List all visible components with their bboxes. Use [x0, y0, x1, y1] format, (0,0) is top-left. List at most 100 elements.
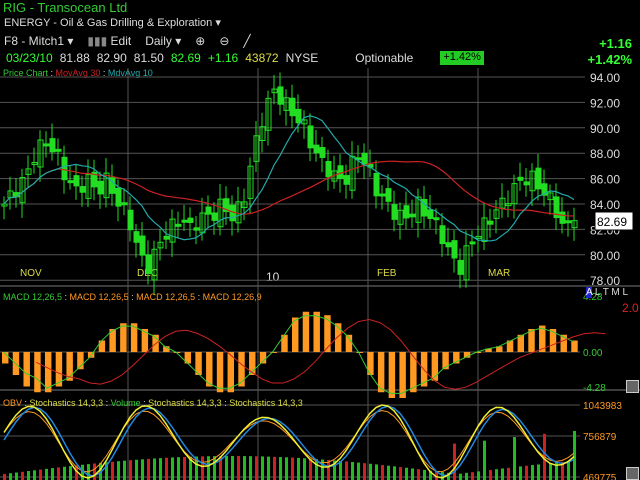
candle-body: [175, 223, 182, 227]
candle-body: [379, 193, 386, 197]
month-label: FEB: [377, 268, 397, 279]
volume-bar: [489, 469, 492, 480]
osc-legend: OBV : Stochastics 14,3,3 : Volume : Stoc…: [3, 398, 303, 408]
volume-bar: [525, 465, 528, 480]
macd-hist-bar: [571, 340, 578, 352]
last-price-label: 82.69: [597, 215, 627, 229]
volume-bar: [153, 458, 156, 480]
macd-hist-bar: [120, 323, 127, 352]
candle-body: [145, 254, 152, 275]
candle-body: [391, 204, 398, 220]
volume-bar: [291, 457, 294, 480]
chart-canvas[interactable]: NOVDEC10FEBMAR94.0092.0090.0088.0086.008…: [0, 0, 640, 480]
ma30-line: [3, 160, 575, 217]
volume-bar: [417, 469, 420, 480]
candle-body: [343, 175, 350, 185]
legend-volume: Volume: [110, 398, 141, 408]
candle-body: [121, 202, 128, 206]
volume-bar: [531, 465, 534, 480]
volume-bar: [249, 456, 252, 480]
volume-bar: [165, 457, 168, 480]
volume-bar: [345, 461, 348, 480]
volume-bar: [465, 472, 468, 480]
volume-bar: [411, 468, 414, 480]
volume-bar: [45, 468, 48, 480]
volume-bar: [357, 462, 360, 480]
candle-body: [565, 220, 572, 224]
candle-body: [115, 187, 122, 207]
volume-bar: [33, 470, 36, 480]
price-tick-label: 86.00: [590, 173, 620, 187]
scale-modes[interactable]: A L T M L: [586, 287, 628, 298]
volume-bar: [399, 467, 402, 480]
candle-body: [373, 173, 380, 197]
volume-bar: [309, 458, 312, 480]
volume-bar: [507, 467, 510, 480]
volume-bar: [393, 466, 396, 480]
volume-bar: [21, 471, 24, 480]
volume-bar: [9, 473, 12, 480]
volume-bar: [225, 456, 228, 480]
volume-bar: [405, 467, 408, 480]
volume-bar: [441, 472, 444, 480]
volume-bar: [39, 469, 42, 480]
candle-body: [73, 175, 80, 187]
month-label: NOV: [20, 268, 42, 279]
osc-tick-label: 469775: [583, 473, 617, 480]
macd-panel-toggle[interactable]: [626, 380, 639, 393]
volume-bar: [27, 471, 30, 480]
month-label: MAR: [488, 268, 510, 279]
price-tick-label: 84.00: [590, 198, 620, 212]
candle-body: [487, 220, 494, 225]
volume-bar: [537, 464, 540, 480]
scale-a[interactable]: A: [586, 287, 593, 298]
osc-panel-toggle[interactable]: [626, 467, 639, 480]
volume-bar: [171, 457, 174, 480]
macd-hist-bar: [216, 352, 224, 393]
candle-body: [427, 209, 434, 220]
price-tick-label: 90.00: [590, 122, 620, 136]
candle-body: [325, 161, 332, 178]
volume-bar: [369, 463, 372, 480]
volume-bar: [123, 460, 126, 480]
candle-body: [403, 205, 410, 219]
volume-bar: [267, 456, 270, 480]
candle-body: [439, 225, 446, 245]
volume-bar: [375, 464, 378, 480]
candle-body: [67, 180, 74, 184]
volume-bar: [315, 459, 318, 480]
volume-bar: [129, 460, 132, 480]
scale-ltml[interactable]: L T M L: [595, 287, 628, 298]
candle-body: [79, 186, 86, 193]
candle-body: [469, 241, 476, 245]
volume-bar: [483, 440, 486, 480]
legend-macd-1: MACD 12,26,5: [3, 292, 63, 302]
candle-body: [289, 97, 296, 117]
candle-body: [451, 240, 458, 259]
volume-bar: [549, 463, 552, 480]
volume-bar: [303, 458, 306, 480]
volume-bar: [57, 467, 60, 480]
price-tick-label: 92.00: [590, 96, 620, 110]
macd-hist-bar: [206, 352, 213, 387]
candle-body: [445, 242, 452, 248]
volume-bar: [351, 462, 354, 480]
candle-body: [517, 176, 524, 181]
candle-body: [97, 180, 104, 195]
legend-macd-2: MACD 12,26,5: [69, 292, 129, 302]
volume-bar: [177, 457, 180, 480]
macd-hist-bar: [302, 311, 310, 352]
volume-bar: [141, 459, 144, 480]
volume-bar: [261, 456, 264, 480]
volume-bar: [213, 456, 216, 480]
volume-bar: [117, 461, 120, 480]
candle-body: [313, 144, 320, 154]
candle-body: [385, 188, 392, 202]
volume-bar: [183, 456, 186, 480]
candle-body: [133, 231, 140, 243]
macd-hist-bar: [388, 352, 396, 398]
volume-bar: [51, 468, 54, 480]
month-label: 10: [266, 270, 280, 284]
volume-bar: [573, 430, 576, 480]
volume-bar: [285, 457, 288, 480]
